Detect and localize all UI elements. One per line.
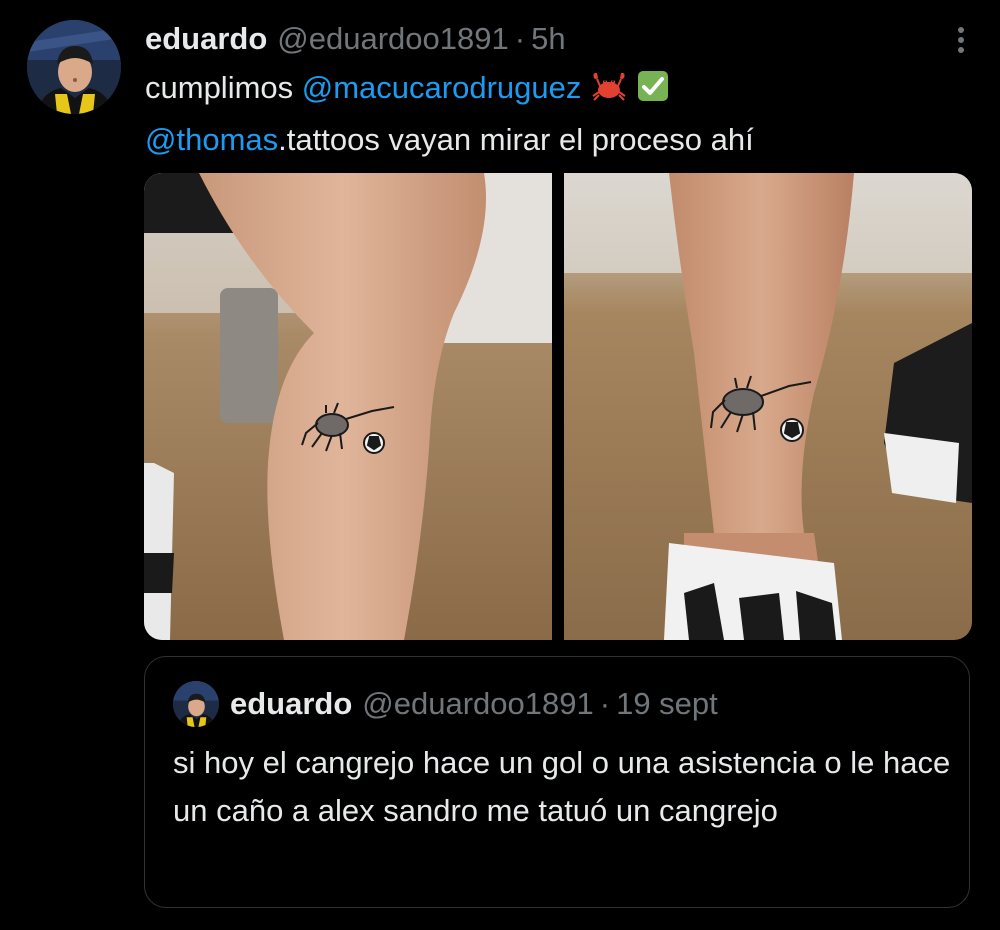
separator-dot: ·: [514, 21, 526, 56]
quoted-author-name[interactable]: eduardo: [230, 686, 352, 722]
quoted-author-handle[interactable]: @eduardoo1891: [362, 686, 593, 722]
tweet-timestamp[interactable]: 5h: [531, 21, 565, 57]
author-avatar[interactable]: [27, 20, 121, 114]
tattoo-photo-right[interactable]: [564, 173, 972, 640]
more-vertical-icon[interactable]: [954, 26, 968, 54]
quoted-tweet[interactable]: eduardo @eduardoo1891 · 19 sept si hoy e…: [144, 656, 970, 908]
mention-link[interactable]: @macucarodruguez: [302, 70, 582, 105]
quoted-tweet-text: si hoy el cangrejo hace un gol o una asi…: [173, 745, 951, 828]
check-mark-button-emoji: [637, 68, 669, 116]
crab-emoji: [590, 68, 628, 116]
author-name[interactable]: eduardo: [145, 21, 267, 57]
tweet-text-part2: .tattoos vayan mirar el proceso ahí: [278, 122, 754, 157]
tattoo-photo-left[interactable]: [144, 173, 552, 640]
avatar-image: [27, 20, 121, 114]
quoted-avatar-image: [173, 681, 219, 727]
quoted-separator-dot: ·: [599, 686, 611, 721]
tweet: eduardo @eduardoo1891 · 5h cumplimos @ma…: [0, 0, 1000, 930]
media-grid: [144, 173, 972, 640]
author-handle[interactable]: @eduardoo1891: [277, 21, 508, 57]
tweet-header: eduardo @eduardoo1891 · 5h: [145, 18, 566, 60]
quoted-author-avatar[interactable]: [173, 681, 219, 727]
tweet-text: cumplimos @macucarodruguez @thomas.tatto: [145, 64, 965, 164]
quoted-tweet-timestamp[interactable]: 19 sept: [616, 686, 718, 722]
tweet-text-part1: cumplimos: [145, 70, 302, 105]
quoted-tweet-header: eduardo @eduardoo1891 · 19 sept: [230, 681, 718, 727]
mention-link-2[interactable]: @thomas: [145, 122, 278, 157]
